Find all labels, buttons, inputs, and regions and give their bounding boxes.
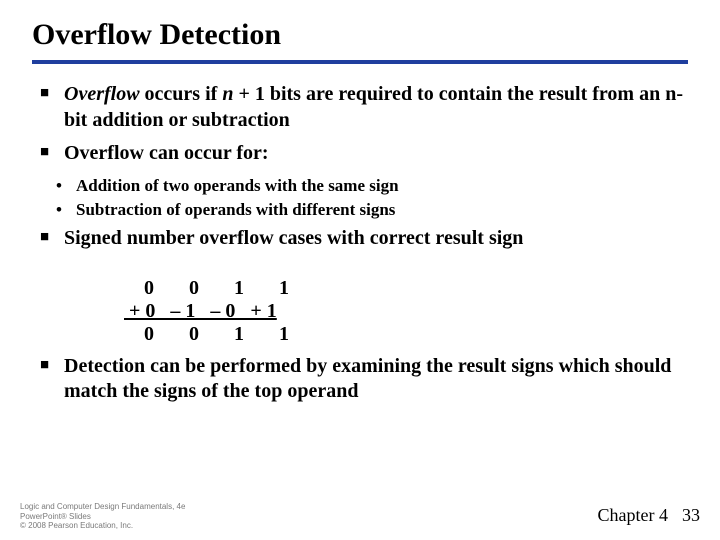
- bullet-4: Detection can be performed by examining …: [40, 354, 688, 405]
- chapter-label: Chapter 4: [598, 505, 668, 525]
- footer-line-2: PowerPoint® Slides: [20, 512, 185, 521]
- title-rule: [32, 60, 688, 64]
- main-bullet-list: Overflow occurs if n + 1 bits are requir…: [40, 82, 688, 405]
- footer-line-1: Logic and Computer Design Fundamentals, …: [20, 502, 185, 511]
- overflow-cases-table: 0 0 1 1 + 0 – 1 – 0 + 1 0 0 1 1: [124, 254, 688, 346]
- slide-title: Overflow Detection: [32, 18, 688, 52]
- sub-bullet-list: Addition of two operands with the same s…: [40, 175, 688, 221]
- bullet-3: Signed number overflow cases with correc…: [40, 226, 688, 346]
- bullet-3-text: Signed number overflow cases with correc…: [64, 227, 523, 249]
- slide: Overflow Detection Overflow occurs if n …: [0, 0, 720, 540]
- bullet-1-lead: Overflow: [64, 83, 140, 105]
- bullet-1: Overflow occurs if n + 1 bits are requir…: [40, 82, 688, 133]
- cases-row-3: 0 0 1 1: [124, 323, 289, 345]
- footer-page-info: Chapter 4 33: [598, 505, 700, 526]
- bullet-1-var: n: [222, 83, 233, 105]
- sub-bullet-2: Subtraction of operands with different s…: [40, 199, 688, 221]
- footer-credits: Logic and Computer Design Fundamentals, …: [20, 502, 185, 530]
- bullet-1-mid: occurs if: [140, 83, 223, 105]
- bullet-2: Overflow can occur for:: [40, 141, 688, 167]
- page-number: 33: [682, 505, 700, 525]
- sub-bullet-1: Addition of two operands with the same s…: [40, 175, 688, 197]
- footer-line-3: © 2008 Pearson Education, Inc.: [20, 521, 185, 530]
- slide-content: Overflow occurs if n + 1 bits are requir…: [32, 82, 688, 405]
- cases-row-2: + 0 – 1 – 0 + 1: [124, 300, 277, 322]
- cases-row-1: 0 0 1 1: [124, 277, 289, 299]
